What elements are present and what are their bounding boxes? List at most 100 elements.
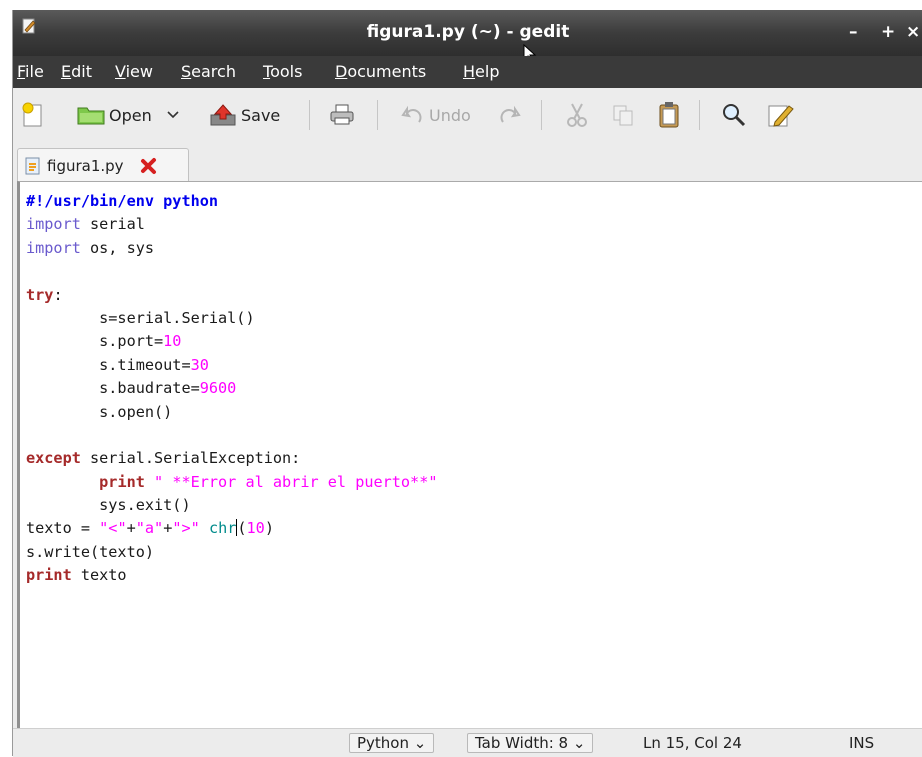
code-token: texto = (26, 519, 100, 538)
chevron-down-icon: ⌄ (572, 734, 586, 752)
replace-icon (768, 105, 794, 127)
menu-tools[interactable]: Tools (263, 62, 302, 81)
code-line: sys.exit() (26, 494, 437, 517)
save-button[interactable]: Save (209, 100, 280, 130)
maximize-button[interactable]: + (881, 22, 895, 42)
toolbar-separator (309, 100, 310, 130)
copy-icon (613, 105, 633, 126)
code-token: 10 (246, 519, 265, 538)
tab-figura1[interactable]: figura1.py (17, 148, 189, 183)
undo-button-label: Undo (429, 105, 471, 125)
code-line: s.write(texto) (26, 541, 437, 564)
code-line: texto = "<"+"a"+">" chr(10) (26, 517, 437, 540)
magnifier-icon (723, 104, 746, 127)
code-token: 9600 (199, 379, 237, 398)
desktop-edge (0, 0, 12, 756)
paste-button[interactable] (657, 100, 681, 130)
code-token: 30 (190, 355, 209, 374)
redo-button[interactable] (497, 100, 521, 130)
code-line: try: (26, 284, 437, 307)
code-line: s.baudrate=9600 (26, 377, 437, 400)
save-icon (210, 104, 236, 126)
open-button-label: Open (109, 105, 152, 125)
code-token: chr (208, 519, 237, 538)
language-selector[interactable]: Python ⌄ (349, 733, 435, 753)
printer-icon (330, 104, 354, 125)
code-line: s.timeout=30 (26, 354, 437, 377)
language-label: Python (357, 734, 409, 752)
code-token: s.port= (26, 332, 164, 351)
redo-icon (500, 105, 521, 123)
replace-button[interactable] (767, 100, 795, 130)
copy-button[interactable] (611, 100, 635, 130)
close-window-button[interactable]: × (906, 22, 920, 42)
toolbar-separator (377, 100, 378, 130)
insert-mode-indicator: INS (849, 734, 875, 752)
close-tab-icon[interactable] (140, 157, 158, 175)
window-title: figura1.py (~) - gedit (366, 22, 570, 42)
code-token: + (126, 519, 136, 538)
print-button[interactable] (329, 100, 355, 130)
menu-edit[interactable]: Edit (61, 62, 92, 81)
code-token: s.baudrate= (26, 379, 200, 398)
status-bar: Python ⌄ Tab Width: 8 ⌄ Ln 15, Col 24 IN… (13, 728, 922, 757)
scissors-icon (567, 103, 587, 127)
tab-width-selector[interactable]: Tab Width: 8 ⌄ (467, 733, 594, 753)
code-token: import (26, 215, 81, 234)
code-token: serial (80, 215, 145, 234)
chevron-down-icon: ⌄ (413, 734, 427, 752)
menu-help[interactable]: Help (463, 62, 499, 81)
python-file-icon (25, 157, 40, 175)
code-token: "<" (99, 519, 127, 538)
code-token: : (53, 285, 63, 304)
toolbar-separator (699, 100, 700, 130)
toolbar-separator (541, 100, 542, 130)
save-button-label: Save (241, 105, 281, 125)
code-token: serial.SerialException: (80, 449, 301, 468)
code-token: s=serial.Serial() (26, 308, 255, 327)
new-document-icon (22, 102, 42, 127)
menu-search[interactable]: Search (181, 62, 236, 81)
menu-view[interactable]: View (115, 62, 153, 81)
menu-documents[interactable]: Documents (335, 62, 426, 81)
undo-icon (401, 105, 422, 123)
code-line: s.port=10 (26, 330, 437, 353)
chevron-down-icon[interactable] (166, 110, 180, 120)
code-editor[interactable]: #!/usr/bin/env python import serial import… (17, 181, 922, 729)
code-line: import os, sys (26, 237, 437, 260)
code-token: import (26, 238, 81, 257)
gedit-window: figura1.py (~) - gedit – + × File Edit V… (12, 10, 922, 757)
menu-file[interactable]: File (17, 62, 44, 81)
code-token: s.write(texto) (26, 542, 155, 561)
code-token: ( (237, 519, 247, 538)
code-token: try (26, 285, 54, 304)
code-text: #!/usr/bin/env python import serial import… (26, 190, 437, 588)
undo-button[interactable]: Undo (401, 100, 471, 130)
code-token: 10 (163, 332, 182, 351)
code-token: texto (71, 566, 127, 585)
new-document-button[interactable] (21, 100, 45, 130)
minimize-button[interactable]: – (849, 22, 858, 42)
title-bar[interactable]: figura1.py (~) - gedit – + × (13, 10, 922, 64)
code-line: print " **Error al abrir el puerto**" (26, 471, 437, 494)
code-line: s.open() (26, 401, 437, 424)
cut-button[interactable] (565, 100, 589, 130)
code-token: print (99, 472, 145, 491)
code-token: #!/usr/bin/env python (26, 192, 219, 210)
code-token: ) (264, 519, 274, 538)
code-token: " **Error al abrir el puerto**" (154, 472, 438, 491)
code-line: s=serial.Serial() (26, 307, 437, 330)
open-button[interactable]: Open (77, 100, 180, 130)
tab-width-label: Tab Width: 8 (475, 734, 569, 752)
code-token: "a" (135, 519, 164, 538)
code-token: ">" (172, 519, 200, 538)
menu-bar: File Edit View Search Tools Documents He… (13, 56, 922, 88)
find-button[interactable] (721, 100, 747, 130)
code-line: #!/usr/bin/env python (26, 190, 437, 213)
clipboard-icon (659, 102, 679, 128)
